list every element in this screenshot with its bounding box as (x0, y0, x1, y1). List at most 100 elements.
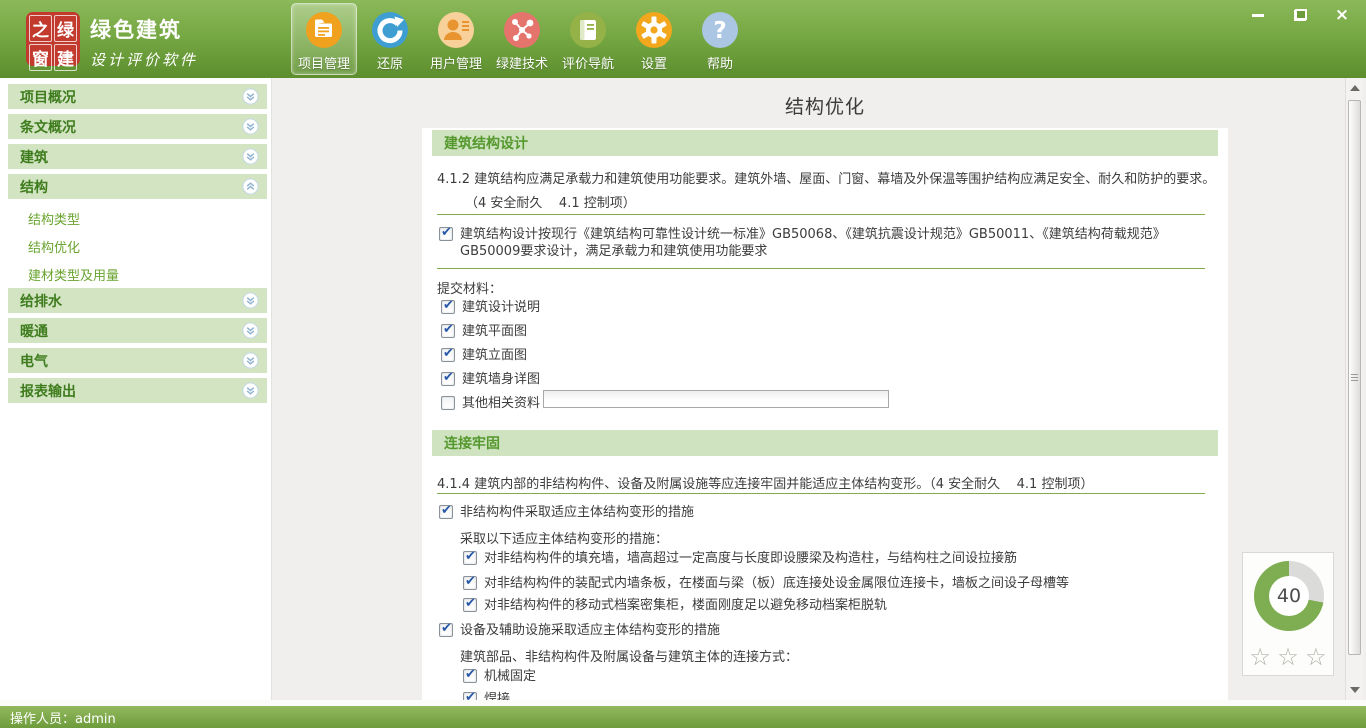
app-title: 绿色建筑 (90, 14, 198, 44)
clause-text: 4.1.4 建筑内部的非结构构件、设备及附属设施等应连接牢固并能适应主体结构变形… (437, 473, 1093, 492)
logo-char: 窗 (29, 44, 52, 71)
star-icon: ☆ (1277, 645, 1299, 669)
checkbox-label: 对非结构构件的装配式内墙条板，在楼面与梁（板）底连接处设金属限位连接卡，墙板之间… (484, 575, 1069, 592)
gear-icon (635, 11, 673, 49)
main-requirement-row: 建筑结构设计按现行《建筑结构可靠性设计统一标准》GB50068、《建筑抗震设计规… (439, 226, 1214, 260)
sidebar-item-material-type-usage[interactable]: 建材类型及用量 (0, 260, 271, 288)
checkbox[interactable] (441, 300, 455, 314)
checkbox[interactable] (441, 396, 455, 410)
checkbox-label: 设备及辅助设施采取适应主体结构变形的措施 (460, 622, 720, 639)
clause-text: 4.1.2 建筑结构应满足承载力和建筑使用功能要求。建筑外墙、屋面、门窗、幕墙及… (437, 168, 1215, 187)
app-subtitle: 设计评价软件 (90, 49, 198, 70)
sidebar-subitem-label: 结构优化 (28, 237, 80, 256)
checkbox[interactable] (463, 598, 477, 612)
page-title: 结构优化 (422, 92, 1228, 119)
checkbox[interactable] (463, 669, 477, 683)
checkbox[interactable] (463, 576, 477, 590)
network-icon (503, 11, 541, 49)
logo-char: 建 (54, 44, 77, 71)
checkbox-label: 对非结构构件的移动式档案密集柜，楼面刚度足以避免移动档案柜脱轨 (484, 597, 887, 614)
score-donut: 40 (1254, 561, 1324, 631)
sidebar-item-label: 电气 (20, 351, 48, 371)
section-header-firm-connection: 连接牢固 (432, 430, 1218, 456)
checkbox-label: 机械固定 (484, 668, 536, 685)
checkbox[interactable] (463, 551, 477, 565)
checkbox[interactable] (441, 348, 455, 362)
scroll-down-icon[interactable] (1350, 687, 1360, 693)
logo-char: 绿 (54, 15, 77, 42)
sidebar-item-architecture[interactable]: 建筑 (8, 144, 267, 169)
toolbar-button-eval-navigation[interactable]: 评价导航 (555, 3, 621, 75)
checkbox-label: 对非结构构件的填充墙，墙高超过一定高度与长度即设腰梁及构造柱，与结构柱之间设拉接… (484, 550, 1017, 567)
chevron-down-icon (242, 322, 259, 339)
material-row: 建筑设计说明 (441, 299, 540, 316)
material-row: 建筑立面图 (441, 347, 527, 364)
window-controls: × (1250, 8, 1350, 22)
sidebar-item-clause-overview[interactable]: 条文概况 (8, 114, 267, 139)
logo-char: 之 (29, 15, 52, 42)
scroll-up-icon[interactable] (1350, 85, 1360, 91)
scrollbar-thumb[interactable] (1348, 100, 1361, 655)
toolbar-button-user-management[interactable]: 用户管理 (423, 3, 489, 75)
app-header: 之 绿 窗 建 绿色建筑 设计评价软件 项目管理 还原 (0, 0, 1366, 78)
material-row: 建筑平面图 (441, 323, 527, 340)
toolbar-button-label: 设置 (641, 53, 667, 72)
restore-button[interactable] (1292, 8, 1308, 22)
sidebar-item-project-overview[interactable]: 项目概况 (8, 84, 267, 109)
sidebar-item-report-output[interactable]: 报表输出 (8, 378, 267, 403)
close-icon: × (1335, 8, 1349, 22)
other-materials-input[interactable] (543, 390, 889, 408)
toolbar: 项目管理 还原 用户管理 (291, 3, 753, 75)
close-button[interactable]: × (1334, 8, 1350, 22)
toolbar-button-label: 绿建技术 (496, 53, 548, 72)
vertical-scrollbar[interactable] (1345, 78, 1363, 700)
section-header-building-structure-design: 建筑结构设计 (432, 130, 1218, 156)
checkbox[interactable] (441, 372, 455, 386)
sub-measure-row: 对非结构构件的填充墙，墙高超过一定高度与长度即设腰梁及构造柱，与结构柱之间设拉接… (463, 550, 1213, 567)
checkbox[interactable] (441, 324, 455, 338)
chevron-down-icon (242, 382, 259, 399)
checkbox[interactable] (439, 227, 453, 241)
toolbar-button-green-tech[interactable]: 绿建技术 (489, 3, 555, 75)
minimize-icon (1252, 14, 1264, 17)
status-bar: 操作人员：admin (0, 706, 1366, 728)
material-row: 建筑墙身详图 (441, 371, 540, 388)
toolbar-button-restore[interactable]: 还原 (357, 3, 423, 75)
sidebar-item-water-supply[interactable]: 给排水 (8, 288, 267, 313)
svg-text:?: ? (713, 18, 726, 44)
refresh-icon (371, 11, 409, 49)
sidebar-item-structure-optimization[interactable]: 结构优化 (0, 232, 271, 260)
chevron-down-icon (242, 88, 259, 105)
sidebar-item-electrical[interactable]: 电气 (8, 348, 267, 373)
main-content: 结构优化 建筑结构设计 4.1.2 建筑结构应满足承载力和建筑使用功能要求。建筑… (273, 78, 1366, 700)
sub-measure-row: 对非结构构件的装配式内墙条板，在楼面与梁（板）底连接处设金属限位连接卡，墙板之间… (463, 575, 1213, 592)
sidebar-item-label: 暖通 (20, 321, 48, 341)
score-panel: 40 ☆ ☆ ☆ (1242, 552, 1334, 676)
material-row: 其他相关资料 (441, 395, 540, 412)
checkbox[interactable] (439, 505, 453, 519)
divider (437, 214, 1205, 215)
question-icon: ? (701, 11, 739, 49)
toolbar-button-settings[interactable]: 设置 (621, 3, 687, 75)
sidebar-item-structure[interactable]: 结构 (8, 174, 267, 199)
minimize-button[interactable] (1250, 8, 1266, 22)
star-icon: ☆ (1305, 645, 1327, 669)
sidebar-item-structure-type[interactable]: 结构类型 (0, 204, 271, 232)
chevron-down-icon (242, 148, 259, 165)
operator-label: 操作人员：admin (10, 708, 116, 727)
folder-icon (305, 11, 343, 49)
checkbox-label: 建筑结构设计按现行《建筑结构可靠性设计统一标准》GB50068、《建筑抗震设计规… (460, 226, 1208, 260)
sidebar-item-label: 报表输出 (20, 381, 76, 401)
toolbar-button-project-management[interactable]: 项目管理 (291, 3, 357, 75)
divider (437, 268, 1205, 269)
sidebar-subitem-label: 结构类型 (28, 209, 80, 228)
checkbox-label: 其他相关资料 (462, 395, 540, 412)
sidebar-item-hvac[interactable]: 暖通 (8, 318, 267, 343)
chevron-down-icon (242, 118, 259, 135)
scrollbar-grip (1351, 374, 1358, 383)
book-icon (569, 11, 607, 49)
checkbox-label: 建筑平面图 (462, 323, 527, 340)
checkbox[interactable] (439, 623, 453, 637)
toolbar-button-help[interactable]: ? 帮助 (687, 3, 753, 75)
toolbar-button-label: 还原 (377, 53, 403, 72)
